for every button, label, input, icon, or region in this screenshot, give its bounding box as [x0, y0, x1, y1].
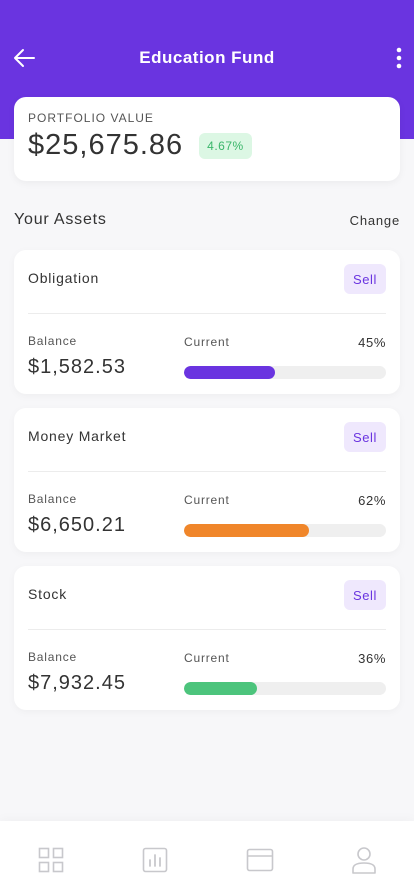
- sell-button[interactable]: Sell: [344, 580, 386, 610]
- divider: [28, 313, 386, 314]
- portfolio-label: PORTFOLIO VALUE: [28, 111, 154, 125]
- user-icon: [352, 847, 376, 874]
- asset-card-stock: Stock Sell Balance $7,932.45 Current 36%: [14, 566, 400, 710]
- change-link[interactable]: Change: [350, 213, 400, 228]
- balance-label: Balance: [28, 334, 77, 348]
- current-label: Current: [184, 335, 230, 349]
- progress-track: [184, 366, 386, 379]
- progress-track: [184, 524, 386, 537]
- progress-fill: [184, 524, 310, 537]
- tab-cards[interactable]: [246, 846, 274, 874]
- assets-title: Your Assets: [14, 211, 107, 228]
- portfolio-value: $25,675.86: [28, 129, 184, 161]
- tab-profile[interactable]: [350, 846, 378, 874]
- progress-fill: [184, 366, 275, 379]
- asset-name: Money Market: [28, 428, 127, 444]
- page-title: Education Fund: [139, 48, 275, 67]
- current-percent: 36%: [358, 651, 386, 666]
- balance-value: $6,650.21: [28, 514, 126, 536]
- tab-dashboard[interactable]: [37, 846, 65, 874]
- current-percent: 62%: [358, 493, 386, 508]
- sell-button[interactable]: Sell: [344, 264, 386, 294]
- portfolio-card: PORTFOLIO VALUE $25,675.86 4.67%: [14, 97, 400, 181]
- tab-bar: [0, 821, 414, 896]
- current-label: Current: [184, 493, 230, 507]
- progress-fill: [184, 682, 257, 695]
- asset-card-money-market: Money Market Sell Balance $6,650.21 Curr…: [14, 408, 400, 552]
- header-bar: Education Fund: [0, 36, 414, 80]
- more-vertical-icon: [396, 47, 402, 69]
- card-icon: [246, 848, 274, 872]
- asset-card-obligation: Obligation Sell Balance $1,582.53 Curren…: [14, 250, 400, 394]
- tab-stats[interactable]: [141, 846, 169, 874]
- balance-value: $7,932.45: [28, 672, 126, 694]
- chart-icon: [142, 847, 168, 873]
- more-button[interactable]: [392, 44, 406, 72]
- asset-name: Stock: [28, 586, 68, 602]
- divider: [28, 629, 386, 630]
- progress-track: [184, 682, 386, 695]
- portfolio-change-badge: 4.67%: [199, 132, 252, 159]
- current-label: Current: [184, 651, 230, 665]
- asset-name: Obligation: [28, 270, 100, 286]
- grid-icon: [38, 847, 64, 873]
- current-percent: 45%: [358, 335, 386, 350]
- back-button[interactable]: [10, 44, 38, 72]
- balance-value: $1,582.53: [28, 356, 126, 378]
- balance-label: Balance: [28, 492, 77, 506]
- balance-label: Balance: [28, 650, 77, 664]
- sell-button[interactable]: Sell: [344, 422, 386, 452]
- assets-header: Your Assets Change: [14, 208, 400, 232]
- divider: [28, 471, 386, 472]
- arrow-left-icon: [14, 49, 35, 67]
